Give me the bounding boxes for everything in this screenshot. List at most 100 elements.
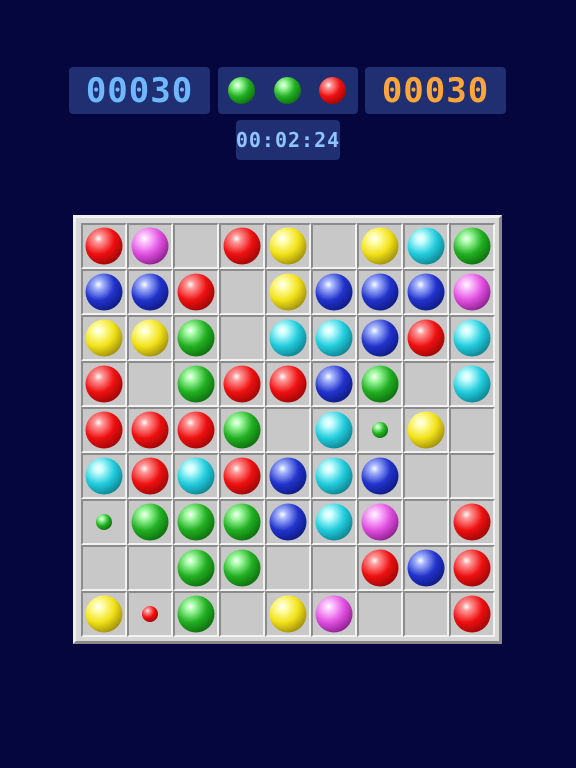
red-ball[interactable] [453, 549, 491, 587]
blue-ball[interactable] [269, 457, 307, 495]
blue-ball[interactable] [361, 273, 399, 311]
board-cell[interactable] [81, 361, 127, 407]
cyan-ball[interactable] [177, 457, 215, 495]
board-cell[interactable] [127, 499, 173, 545]
board-cell[interactable] [265, 545, 311, 591]
board-cell[interactable] [403, 453, 449, 499]
red-ball[interactable] [223, 227, 261, 265]
green-ball[interactable] [177, 365, 215, 403]
red-ball[interactable] [131, 411, 169, 449]
board-cell[interactable] [311, 315, 357, 361]
board-cell[interactable] [219, 223, 265, 269]
board-cell[interactable] [265, 453, 311, 499]
small-red-ball[interactable] [142, 606, 158, 622]
board-cell[interactable] [127, 407, 173, 453]
board-cell[interactable] [311, 269, 357, 315]
cyan-ball[interactable] [407, 227, 445, 265]
red-ball[interactable] [223, 457, 261, 495]
board-cell[interactable] [449, 223, 495, 269]
board-cell[interactable] [311, 499, 357, 545]
yellow-ball[interactable] [269, 273, 307, 311]
board-cell[interactable] [403, 315, 449, 361]
board-cell[interactable] [357, 223, 403, 269]
blue-ball[interactable] [85, 273, 123, 311]
board-cell[interactable] [81, 315, 127, 361]
green-ball[interactable] [131, 503, 169, 541]
board-cell[interactable] [81, 591, 127, 637]
board-cell[interactable] [449, 499, 495, 545]
board-cell[interactable] [311, 591, 357, 637]
cyan-ball[interactable] [269, 319, 307, 357]
yellow-ball[interactable] [407, 411, 445, 449]
board-cell[interactable] [219, 591, 265, 637]
cyan-ball[interactable] [315, 411, 353, 449]
board-cell[interactable] [403, 591, 449, 637]
yellow-ball[interactable] [131, 319, 169, 357]
blue-ball[interactable] [407, 549, 445, 587]
yellow-ball[interactable] [269, 595, 307, 633]
red-ball[interactable] [85, 411, 123, 449]
board-cell[interactable] [265, 223, 311, 269]
board-cell[interactable] [449, 269, 495, 315]
green-ball[interactable] [177, 549, 215, 587]
small-green-ball[interactable] [96, 514, 112, 530]
board-cell[interactable] [403, 499, 449, 545]
board-cell[interactable] [403, 545, 449, 591]
board-cell[interactable] [127, 361, 173, 407]
red-ball[interactable] [407, 319, 445, 357]
green-ball[interactable] [223, 503, 261, 541]
small-green-ball[interactable] [372, 422, 388, 438]
magenta-ball[interactable] [361, 503, 399, 541]
board-cell[interactable] [449, 545, 495, 591]
board-cell[interactable] [173, 407, 219, 453]
green-ball[interactable] [177, 595, 215, 633]
board-cell[interactable] [127, 453, 173, 499]
green-ball[interactable] [223, 549, 261, 587]
board-cell[interactable] [173, 269, 219, 315]
board-cell[interactable] [173, 453, 219, 499]
blue-ball[interactable] [407, 273, 445, 311]
blue-ball[interactable] [361, 319, 399, 357]
green-ball[interactable] [361, 365, 399, 403]
board-cell[interactable] [173, 499, 219, 545]
red-ball[interactable] [85, 227, 123, 265]
blue-ball[interactable] [131, 273, 169, 311]
green-ball[interactable] [177, 319, 215, 357]
board-cell[interactable] [449, 591, 495, 637]
cyan-ball[interactable] [453, 319, 491, 357]
red-ball[interactable] [85, 365, 123, 403]
board-cell[interactable] [127, 223, 173, 269]
board-cell[interactable] [81, 499, 127, 545]
board-cell[interactable] [265, 315, 311, 361]
cyan-ball[interactable] [453, 365, 491, 403]
board-cell[interactable] [449, 361, 495, 407]
board-cell[interactable] [219, 453, 265, 499]
board-cell[interactable] [357, 545, 403, 591]
board-cell[interactable] [449, 315, 495, 361]
cyan-ball[interactable] [315, 319, 353, 357]
cyan-ball[interactable] [85, 457, 123, 495]
board-cell[interactable] [219, 269, 265, 315]
board-cell[interactable] [265, 591, 311, 637]
blue-ball[interactable] [269, 503, 307, 541]
yellow-ball[interactable] [269, 227, 307, 265]
red-ball[interactable] [177, 411, 215, 449]
red-ball[interactable] [269, 365, 307, 403]
board-cell[interactable] [357, 361, 403, 407]
board-cell[interactable] [127, 269, 173, 315]
yellow-ball[interactable] [85, 595, 123, 633]
board-cell[interactable] [173, 361, 219, 407]
green-ball[interactable] [223, 411, 261, 449]
board-cell[interactable] [219, 361, 265, 407]
magenta-ball[interactable] [315, 595, 353, 633]
magenta-ball[interactable] [131, 227, 169, 265]
green-ball[interactable] [453, 227, 491, 265]
board-cell[interactable] [403, 407, 449, 453]
board-cell[interactable] [219, 407, 265, 453]
board-cell[interactable] [127, 545, 173, 591]
red-ball[interactable] [223, 365, 261, 403]
board-cell[interactable] [173, 315, 219, 361]
board-cell[interactable] [219, 545, 265, 591]
cyan-ball[interactable] [315, 457, 353, 495]
board-cell[interactable] [173, 591, 219, 637]
